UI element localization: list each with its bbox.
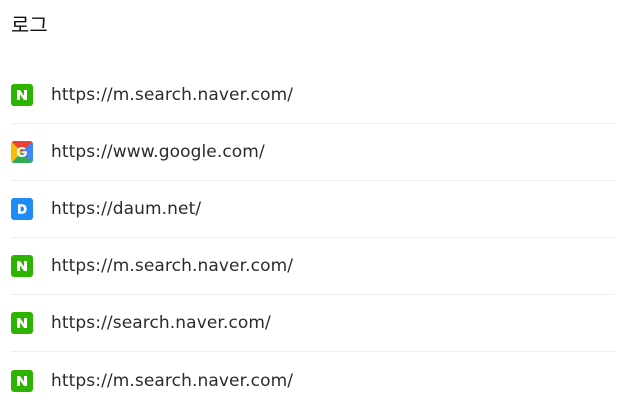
log-item-url: https://search.naver.com/	[51, 313, 271, 333]
log-item-url: https://m.search.naver.com/	[51, 85, 294, 105]
log-item-url: https://m.search.naver.com/	[51, 256, 294, 276]
log-item-naver[interactable]: https://m.search.naver.com/	[11, 238, 615, 295]
log-item-naver[interactable]: https://m.search.naver.com/	[11, 67, 615, 124]
log-item-url: https://www.google.com/	[51, 142, 265, 162]
naver-icon	[11, 84, 33, 106]
log-item-daum[interactable]: https://daum.net/	[11, 181, 615, 238]
log-item-url: https://m.search.naver.com/	[51, 370, 294, 391]
page-title: 로그	[11, 13, 48, 37]
log-item-url: https://daum.net/	[51, 199, 202, 219]
log-item-naver[interactable]: https://m.search.naver.com/	[11, 352, 615, 409]
log-item-naver[interactable]: https://search.naver.com/	[11, 295, 615, 352]
naver-icon	[11, 312, 33, 334]
daum-icon	[11, 198, 33, 220]
google-icon	[11, 141, 33, 163]
log-item-google[interactable]: https://www.google.com/	[11, 124, 615, 181]
log-list: https://m.search.naver.com/ https://www.…	[11, 67, 615, 409]
naver-icon	[11, 255, 33, 277]
naver-icon	[11, 369, 33, 392]
